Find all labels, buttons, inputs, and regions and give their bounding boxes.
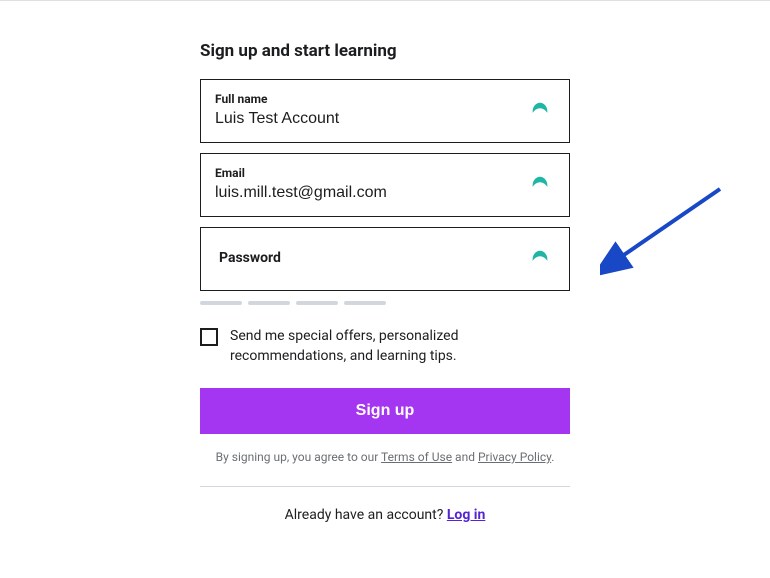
fullname-input[interactable] <box>215 110 504 128</box>
offers-checkbox[interactable] <box>200 328 218 346</box>
privacy-policy-link[interactable]: Privacy Policy <box>478 450 551 464</box>
email-field[interactable]: Email <box>200 153 570 217</box>
email-label: Email <box>215 166 555 180</box>
password-strength-bars <box>200 301 570 305</box>
terms-mid: and <box>452 450 478 464</box>
signup-button[interactable]: Sign up <box>200 388 570 434</box>
offers-checkbox-label: Send me special offers, personalized rec… <box>230 327 570 366</box>
fullname-field[interactable]: Full name <box>200 79 570 143</box>
signup-heading: Sign up and start learning <box>200 41 570 61</box>
password-label: Password <box>219 250 555 266</box>
fullname-label: Full name <box>215 92 555 106</box>
login-prompt: Already have an account? Log in <box>200 507 570 523</box>
strength-bar <box>200 301 242 305</box>
divider <box>200 486 570 487</box>
terms-of-use-link[interactable]: Terms of Use <box>381 450 452 464</box>
login-prompt-text: Already have an account? <box>285 507 447 523</box>
terms-text: By signing up, you agree to our Terms of… <box>200 448 570 466</box>
login-link[interactable]: Log in <box>447 507 486 523</box>
password-field[interactable]: Password <box>200 227 570 291</box>
strength-bar <box>248 301 290 305</box>
offers-checkbox-row[interactable]: Send me special offers, personalized rec… <box>200 327 570 366</box>
extension-icon <box>529 248 551 270</box>
terms-suffix: . <box>551 450 554 464</box>
extension-icon <box>529 100 551 122</box>
annotation-arrow-icon <box>600 181 730 281</box>
strength-bar <box>296 301 338 305</box>
extension-icon <box>529 174 551 196</box>
strength-bar <box>344 301 386 305</box>
email-input[interactable] <box>215 184 504 202</box>
terms-prefix: By signing up, you agree to our <box>216 450 381 464</box>
